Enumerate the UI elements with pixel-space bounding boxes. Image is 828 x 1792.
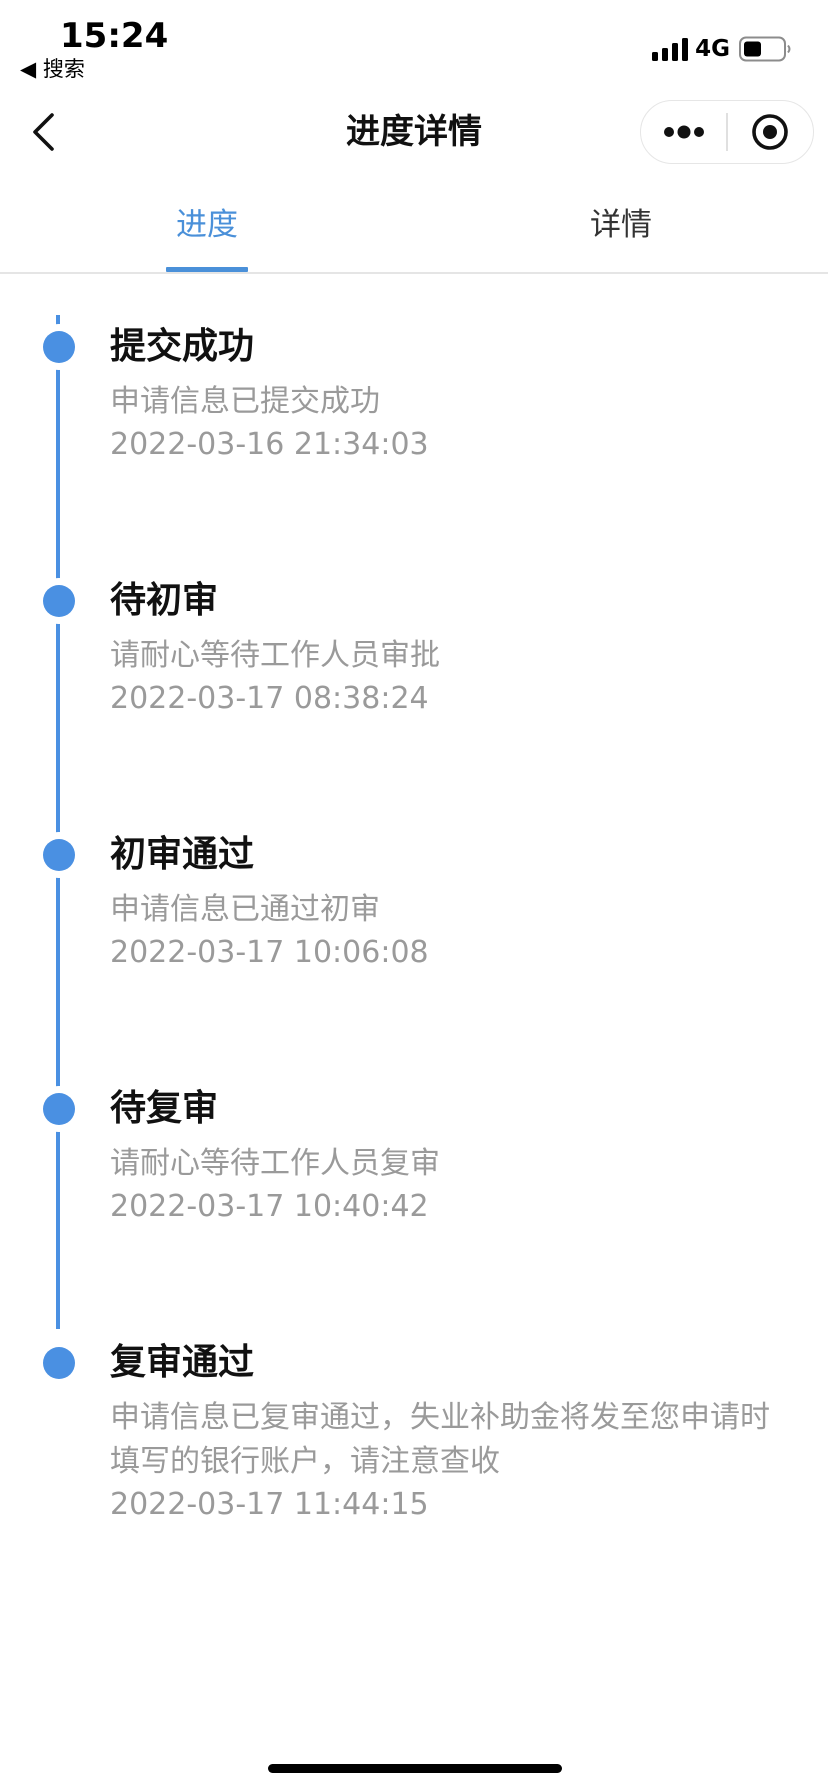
- step-timestamp: 2022-03-17 10:40:42: [110, 1189, 429, 1224]
- tab-details[interactable]: 详情: [414, 190, 828, 272]
- back-to-search-link[interactable]: ◀ 搜索: [20, 56, 85, 82]
- step-timestamp: 2022-03-17 11:44:15: [110, 1487, 429, 1522]
- step-description: 申请信息已提交成功: [110, 384, 380, 419]
- mini-program-capsule: [640, 100, 814, 164]
- tab-progress[interactable]: 进度: [0, 190, 414, 272]
- step-description: 请耐心等待工作人员复审: [110, 1146, 440, 1181]
- step-timestamp: 2022-03-17 10:06:08: [110, 935, 429, 970]
- status-time: 15:24: [60, 16, 169, 56]
- step-timestamp: 2022-03-16 21:34:03: [110, 427, 429, 462]
- more-dots-icon: [663, 125, 704, 139]
- close-mini-program-button[interactable]: [728, 101, 813, 163]
- more-button[interactable]: [641, 101, 726, 163]
- step-title: 初审通过: [110, 834, 255, 875]
- battery-icon: [739, 36, 791, 62]
- status-indicators: 4G: [651, 36, 792, 62]
- step-title: 待复审: [110, 1088, 219, 1129]
- step-timestamp: 2022-03-17 08:38:24: [110, 681, 429, 716]
- home-indicator: [268, 1764, 562, 1773]
- timeline-dot: [43, 839, 75, 871]
- step-title: 提交成功: [110, 326, 255, 367]
- timeline-dot: [43, 585, 75, 617]
- step-description: 申请信息已通过初审: [110, 892, 380, 927]
- target-circle-icon: [752, 114, 789, 150]
- timeline-dot: [43, 1347, 75, 1379]
- timeline-dot: [43, 1093, 75, 1125]
- network-type: 4G: [695, 36, 730, 62]
- tab-bar: 进度 详情: [0, 190, 828, 274]
- timeline-dot: [43, 331, 75, 363]
- step-description: 申请信息已复审通过，失业补助金将发至您申请时填写的银行账户，请注意查收: [110, 1400, 770, 1479]
- cellular-signal-icon: [652, 38, 689, 61]
- step-title: 复审通过: [110, 1342, 255, 1383]
- step-description: 请耐心等待工作人员审批: [110, 638, 440, 673]
- timeline-line: [56, 315, 60, 1329]
- active-tab-indicator: [166, 267, 248, 272]
- step-title: 待初审: [110, 580, 219, 621]
